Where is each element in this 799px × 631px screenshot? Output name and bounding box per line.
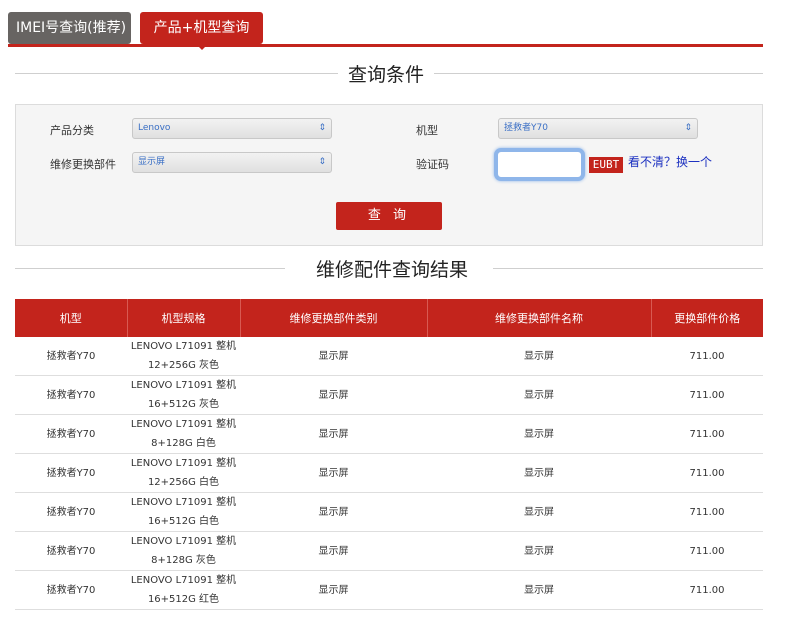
- column-header-spec: 机型规格: [127, 299, 241, 337]
- part-category-cell: 显示屏: [240, 414, 427, 454]
- spec-cell: LENOVO L71091 整机 8+128G 灰色: [127, 531, 240, 571]
- part-name-cell: 显示屏: [427, 375, 651, 415]
- model-cell: 拯救者Y70: [15, 492, 127, 532]
- model-select[interactable]: 拯救者Y70 ⇕: [498, 118, 698, 139]
- query-conditions-title: 查询条件: [338, 60, 435, 87]
- part-name-cell: 显示屏: [427, 414, 651, 454]
- model-cell: 拯救者Y70: [15, 570, 127, 610]
- select-arrow-icon: ⇕: [318, 157, 326, 167]
- results-title: 维修配件查询结果: [306, 255, 479, 282]
- captcha-label: 验证码: [416, 158, 449, 171]
- repair-part-value: 显示屏: [138, 157, 166, 167]
- table-row: 拯救者Y70 LENOVO L71091 整机 8+128G 灰色 显示屏 显示屏 71…: [15, 531, 763, 571]
- column-header-part-category: 维修更换部件类别: [240, 299, 428, 337]
- price-cell: 711.00: [651, 570, 763, 610]
- tab-imei-query[interactable]: IMEI号查询(推荐): [8, 12, 131, 44]
- model-value: 拯救者Y70: [504, 123, 548, 133]
- table-row: 拯救者Y70 LENOVO L71091 整机 16+512G 灰色 显示屏 显示屏 7…: [15, 375, 763, 415]
- model-cell: 拯救者Y70: [15, 414, 127, 454]
- repair-part-select[interactable]: 显示屏 ⇕: [132, 152, 332, 173]
- part-category-cell: 显示屏: [240, 453, 427, 493]
- product-category-select[interactable]: Lenovo ⇕: [132, 118, 332, 139]
- query-button[interactable]: 查 询: [336, 202, 442, 230]
- spec-cell: LENOVO L71091 整机 16+512G 白色: [127, 492, 240, 532]
- price-cell: 711.00: [651, 492, 763, 532]
- part-name-cell: 显示屏: [427, 531, 651, 571]
- price-cell: 711.00: [651, 337, 763, 376]
- captcha-image: EUBT: [589, 157, 623, 173]
- spec-cell: LENOVO L71091 整机 12+256G 白色: [127, 453, 240, 493]
- model-label: 机型: [416, 124, 438, 137]
- model-cell: 拯救者Y70: [15, 453, 127, 493]
- part-category-cell: 显示屏: [240, 337, 427, 376]
- column-header-price: 更换部件价格: [651, 299, 763, 337]
- part-name-cell: 显示屏: [427, 492, 651, 532]
- product-category-value: Lenovo: [138, 123, 171, 133]
- divider: [15, 268, 285, 269]
- model-cell: 拯救者Y70: [15, 375, 127, 415]
- column-header-model: 机型: [15, 299, 128, 337]
- divider: [493, 268, 763, 269]
- tab-underline: [8, 44, 763, 47]
- table-row: 拯救者Y70 LENOVO L71091 整机 12+256G 灰色 显示屏 显示屏 7…: [15, 337, 763, 376]
- price-cell: 711.00: [651, 531, 763, 571]
- price-cell: 711.00: [651, 453, 763, 493]
- table-row: 拯救者Y70 LENOVO L71091 整机 16+512G 红色 显示屏 显示屏 7…: [15, 570, 763, 610]
- model-cell: 拯救者Y70: [15, 337, 127, 376]
- part-category-cell: 显示屏: [240, 375, 427, 415]
- select-arrow-icon: ⇕: [684, 123, 692, 133]
- results-table: 机型 机型规格 维修更换部件类别 维修更换部件名称 更换部件价格 拯救者Y70 L…: [15, 299, 763, 610]
- spec-cell: LENOVO L71091 整机 16+512G 红色: [127, 570, 240, 610]
- part-name-cell: 显示屏: [427, 453, 651, 493]
- part-name-cell: 显示屏: [427, 337, 651, 376]
- price-cell: 711.00: [651, 375, 763, 415]
- table-row: 拯救者Y70 LENOVO L71091 整机 8+128G 白色 显示屏 显示屏 71…: [15, 414, 763, 454]
- repair-part-label: 维修更换部件: [50, 158, 116, 171]
- spec-cell: LENOVO L71091 整机 8+128G 白色: [127, 414, 240, 454]
- captcha-refresh-link[interactable]: 看不清？换一个: [628, 153, 712, 170]
- table-row: 拯救者Y70 LENOVO L71091 整机 16+512G 白色 显示屏 显示屏 7…: [15, 492, 763, 532]
- price-cell: 711.00: [651, 414, 763, 454]
- table-header-row: 机型 机型规格 维修更换部件类别 维修更换部件名称 更换部件价格: [15, 299, 763, 337]
- spec-cell: LENOVO L71091 整机 12+256G 灰色: [127, 337, 240, 376]
- model-cell: 拯救者Y70: [15, 531, 127, 571]
- column-header-part-name: 维修更换部件名称: [427, 299, 652, 337]
- part-category-cell: 显示屏: [240, 492, 427, 532]
- tab-product-model-query[interactable]: 产品+机型查询: [140, 12, 263, 50]
- query-panel: 产品分类 Lenovo ⇕ 机型 拯救者Y70 ⇕ 维修更换部件 显示屏 ⇕ 验…: [15, 104, 763, 246]
- part-name-cell: 显示屏: [427, 570, 651, 610]
- table-row: 拯救者Y70 LENOVO L71091 整机 12+256G 白色 显示屏 显示屏 7…: [15, 453, 763, 493]
- part-category-cell: 显示屏: [240, 570, 427, 610]
- product-category-label: 产品分类: [50, 124, 94, 137]
- select-arrow-icon: ⇕: [318, 123, 326, 133]
- part-category-cell: 显示屏: [240, 531, 427, 571]
- spec-cell: LENOVO L71091 整机 16+512G 灰色: [127, 375, 240, 415]
- captcha-input[interactable]: [494, 148, 585, 181]
